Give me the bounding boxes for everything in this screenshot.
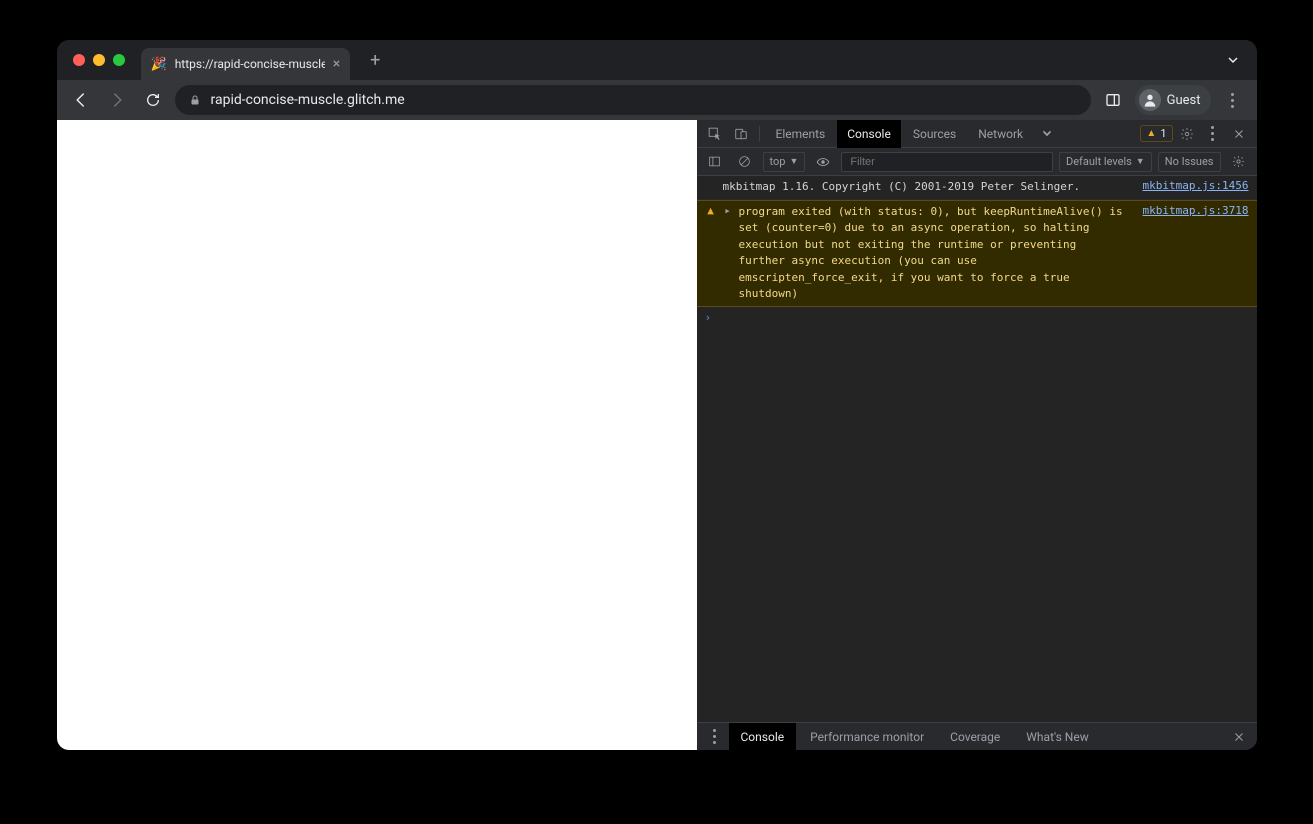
- back-button[interactable]: [67, 86, 95, 114]
- tab-favicon-icon: 🎉: [151, 58, 167, 71]
- devtools-settings-icon[interactable]: [1175, 122, 1199, 146]
- address-bar[interactable]: rapid-concise-muscle.glitch.me: [175, 85, 1091, 115]
- tab-strip: 🎉 https://rapid-concise-muscle.g × +: [57, 40, 1257, 80]
- maximize-window-button[interactable]: [113, 54, 125, 66]
- drawer-tab-perf[interactable]: Performance monitor: [798, 723, 936, 751]
- more-tabs-icon[interactable]: [1035, 122, 1059, 146]
- live-expression-icon[interactable]: [811, 150, 835, 174]
- warning-source-link[interactable]: mkbitmap.js:3718: [1143, 204, 1249, 303]
- warning-triangle-icon: ▲: [1146, 128, 1156, 139]
- warning-icon: ▲: [705, 204, 717, 303]
- tab-list-chevron-icon[interactable]: [1227, 54, 1239, 66]
- forward-button[interactable]: [103, 86, 131, 114]
- devtools-drawer: Console Performance monitor Coverage Wha…: [697, 722, 1257, 750]
- minimize-window-button[interactable]: [93, 54, 105, 66]
- clear-console-icon[interactable]: [733, 150, 757, 174]
- drawer-tab-console[interactable]: Console: [729, 723, 797, 751]
- devtools-menu-icon[interactable]: [1201, 122, 1225, 146]
- console-warning-row: ▲ ▸ program exited (with status: 0), but…: [697, 200, 1257, 307]
- console-settings-icon[interactable]: [1227, 150, 1251, 174]
- avatar-icon: [1139, 89, 1161, 111]
- console-toolbar: top ▼ Default levels ▼ No Issues: [697, 148, 1257, 176]
- browser-window: 🎉 https://rapid-concise-muscle.g × + rap…: [57, 40, 1257, 750]
- device-toolbar-icon[interactable]: [729, 122, 753, 146]
- console-filter-input[interactable]: [841, 152, 1053, 172]
- log-text: mkbitmap 1.16. Copyright (C) 2001-2019 P…: [723, 179, 1129, 196]
- execution-context-selector[interactable]: top ▼: [763, 152, 806, 172]
- drawer-close-icon[interactable]: [1227, 725, 1251, 749]
- tab-title: https://rapid-concise-muscle.g: [175, 57, 325, 71]
- devtools-close-icon[interactable]: [1227, 122, 1251, 146]
- console-sidebar-toggle-icon[interactable]: [703, 150, 727, 174]
- browser-tab[interactable]: 🎉 https://rapid-concise-muscle.g ×: [141, 48, 351, 80]
- blank-icon: [705, 179, 717, 196]
- window-controls: [73, 54, 125, 66]
- warning-count: 1: [1160, 127, 1166, 140]
- log-source-link[interactable]: mkbitmap.js:1456: [1143, 179, 1249, 196]
- warnings-badge[interactable]: ▲ 1: [1140, 125, 1172, 142]
- url-text: rapid-concise-muscle.glitch.me: [211, 92, 405, 108]
- console-prompt[interactable]: ›: [697, 307, 1257, 328]
- content-area: Elements Console Sources Network ▲ 1: [57, 120, 1257, 750]
- profile-button[interactable]: Guest: [1135, 85, 1211, 115]
- tab-close-icon[interactable]: ×: [333, 56, 340, 72]
- lock-icon[interactable]: [189, 94, 201, 106]
- devtools-panel: Elements Console Sources Network ▲ 1: [697, 120, 1257, 750]
- warning-text: program exited (with status: 0), but kee…: [739, 204, 1129, 303]
- drawer-tab-coverage[interactable]: Coverage: [938, 723, 1012, 751]
- inspect-element-icon[interactable]: [703, 122, 727, 146]
- new-tab-button[interactable]: +: [362, 47, 388, 73]
- devtools-tab-bar: Elements Console Sources Network ▲ 1: [697, 120, 1257, 148]
- console-messages: mkbitmap 1.16. Copyright (C) 2001-2019 P…: [697, 176, 1257, 722]
- issues-button[interactable]: No Issues: [1158, 152, 1221, 172]
- side-panel-button[interactable]: [1099, 86, 1127, 114]
- browser-menu-button[interactable]: [1219, 86, 1247, 114]
- expand-arrow-icon[interactable]: ▸: [723, 204, 733, 303]
- console-log-row: mkbitmap 1.16. Copyright (C) 2001-2019 P…: [697, 176, 1257, 200]
- browser-toolbar: rapid-concise-muscle.glitch.me Guest: [57, 80, 1257, 120]
- log-levels-selector[interactable]: Default levels ▼: [1059, 152, 1152, 172]
- profile-label: Guest: [1167, 93, 1201, 108]
- page-viewport[interactable]: [57, 120, 697, 750]
- drawer-menu-icon[interactable]: [703, 725, 727, 749]
- tab-sources[interactable]: Sources: [903, 120, 966, 148]
- drawer-tab-whatsnew[interactable]: What's New: [1014, 723, 1100, 751]
- close-window-button[interactable]: [73, 54, 85, 66]
- reload-button[interactable]: [139, 86, 167, 114]
- tab-network[interactable]: Network: [968, 120, 1033, 148]
- tab-console[interactable]: Console: [837, 120, 901, 148]
- tab-elements[interactable]: Elements: [766, 120, 836, 148]
